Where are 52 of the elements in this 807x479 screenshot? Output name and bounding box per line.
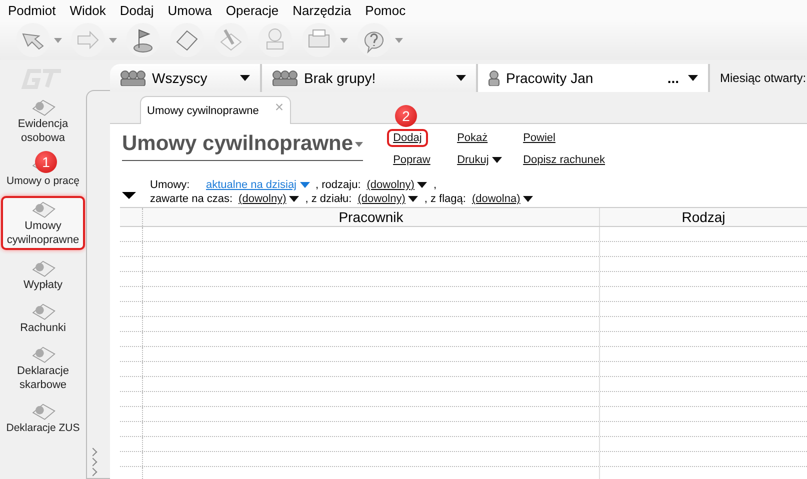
menu-item[interactable]: Widok	[70, 2, 106, 18]
sidebar-item[interactable]: Umowy o pracę 1	[1, 153, 85, 189]
menu-item[interactable]: Pomoc	[365, 2, 406, 18]
callout-badge: 1	[35, 151, 57, 173]
expand-icon[interactable]	[122, 192, 136, 198]
document-tab[interactable]: Umowy cywilnoprawne ×	[140, 96, 291, 124]
filter-select[interactable]: (dowolny)	[358, 193, 418, 205]
column-header[interactable]: Rodzaj	[600, 208, 807, 226]
filter-label: , z działu:	[305, 193, 352, 205]
sidebar-item[interactable]: Umowy cywilnoprawne	[1, 196, 85, 250]
menu-item[interactable]: Dodaj	[120, 2, 154, 18]
menu-item[interactable]: Operacje	[226, 2, 279, 18]
menu-item[interactable]: Narzędzia	[292, 2, 352, 18]
people-icon	[120, 70, 146, 86]
action-link[interactable]: Popraw	[387, 151, 436, 169]
filter-select[interactable]: (dowolny)	[238, 193, 300, 205]
action-link[interactable]: Dopisz rachunek	[517, 151, 611, 169]
filter-select[interactable]: (dowolny)	[366, 179, 428, 191]
sidebar-item[interactable]: Deklaracje skarbowe	[1, 343, 85, 393]
month-label: Miesiąc otwarty:	[719, 71, 806, 85]
filter-dropdown[interactable]: Brak grupy!	[262, 64, 478, 92]
caret-icon[interactable]	[492, 157, 502, 164]
action-link[interactable]: Pokaż	[451, 129, 494, 147]
sidebar-item[interactable]: Rachunki	[1, 300, 85, 336]
filter-label: ,	[433, 179, 437, 191]
callout-badge: 2	[395, 105, 418, 127]
menu-item[interactable]: Podmiot	[8, 2, 56, 18]
people-icon	[272, 70, 298, 86]
filter-label: zawarte na czas:	[150, 193, 233, 205]
filter-label: Umowy:	[150, 179, 191, 191]
caret-icon[interactable]	[417, 182, 428, 188]
caret-icon[interactable]	[289, 196, 300, 202]
sidebar-item[interactable]: Deklaracje ZUS	[1, 400, 85, 436]
page-title[interactable]: Umowy cywilnoprawne	[122, 129, 364, 161]
caret-icon[interactable]	[456, 75, 466, 81]
caret-icon[interactable]	[688, 75, 698, 81]
caret-icon[interactable]	[240, 75, 250, 81]
caret-icon[interactable]	[408, 196, 418, 202]
filter-select[interactable]: (dowolna)	[472, 193, 534, 205]
filter-dropdown[interactable]: Pracowity Jan ...	[478, 64, 710, 92]
column-header[interactable]: Pracownik	[143, 208, 600, 226]
filter-label: , rodzaju:	[316, 179, 361, 191]
sidebar-item[interactable]: Ewidencja osobowa	[1, 96, 85, 146]
filter-dropdown[interactable]: Wszyscy	[110, 64, 262, 92]
filter-select[interactable]: aktualne na dzisiaj	[206, 179, 310, 191]
action-link[interactable]: Drukuj	[451, 151, 508, 169]
caret-icon[interactable]	[523, 196, 534, 202]
person-icon	[488, 70, 500, 86]
sidebar-item[interactable]: Wypłaty	[1, 257, 85, 293]
filter-label: , z flagą:	[424, 193, 466, 205]
menu-item[interactable]: Umowa	[168, 2, 212, 18]
action-link[interactable]: Powiel	[517, 129, 562, 147]
